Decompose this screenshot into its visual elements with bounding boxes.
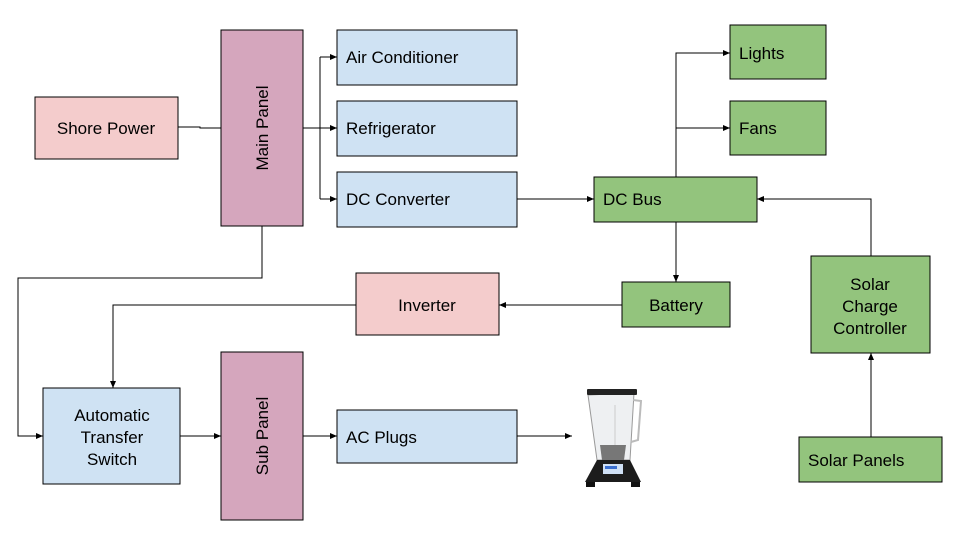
node-label: Sub Panel <box>253 397 272 475</box>
edge-scc-dcbus <box>757 196 872 256</box>
node-inverter: Inverter <box>355 272 500 336</box>
node-fans: Fans <box>729 100 827 156</box>
node-label: AC Plugs <box>346 428 417 447</box>
node-label: Inverter <box>398 296 456 315</box>
node-label: Fans <box>739 119 777 138</box>
node-label-line: Controller <box>833 319 907 338</box>
node-label-line: Switch <box>87 450 137 469</box>
node-label: Solar Panels <box>808 451 904 470</box>
node-ac-plugs: AC Plugs <box>336 409 518 464</box>
node-dc-bus: DC Bus <box>593 176 758 223</box>
node-refrigerator: Refrigerator <box>336 100 518 157</box>
node-label: Air Conditioner <box>346 48 459 67</box>
node-label: Lights <box>739 44 784 63</box>
node-lights: Lights <box>729 24 827 80</box>
node-air-conditioner: Air Conditioner <box>336 29 518 86</box>
blender-icon <box>585 389 643 487</box>
diagram-canvas: Shore Power Main Panel Air Conditioner R… <box>17 24 943 521</box>
node-automatic-transfer-switch: Automatic Transfer Switch <box>42 387 181 485</box>
node-dc-converter: DC Converter <box>336 171 518 228</box>
edge-shore-main <box>178 126 221 129</box>
node-label: Refrigerator <box>346 119 436 138</box>
node-label-line: Solar <box>850 275 890 294</box>
node-label: DC Converter <box>346 190 450 209</box>
node-battery: Battery <box>621 281 731 328</box>
edge-main-bus <box>303 57 321 199</box>
node-sub-panel: Sub Panel <box>220 351 304 521</box>
node-shore-power: Shore Power <box>34 96 179 160</box>
edge-dcbus-lights <box>675 50 730 177</box>
node-solar-charge-controller: Solar Charge Controller <box>810 255 931 354</box>
node-main-panel: Main Panel <box>220 29 304 227</box>
power-system-diagram: Shore Power Main Panel Air Conditioner R… <box>0 0 965 540</box>
node-label-line: Charge <box>842 297 898 316</box>
node-label-line: Transfer <box>81 428 144 447</box>
node-solar-panels: Solar Panels <box>798 436 943 483</box>
node-label: DC Bus <box>603 190 662 209</box>
node-label: Main Panel <box>253 85 272 170</box>
node-label: Battery <box>649 296 703 315</box>
node-label: Shore Power <box>57 119 156 138</box>
node-label-line: Automatic <box>74 406 150 425</box>
